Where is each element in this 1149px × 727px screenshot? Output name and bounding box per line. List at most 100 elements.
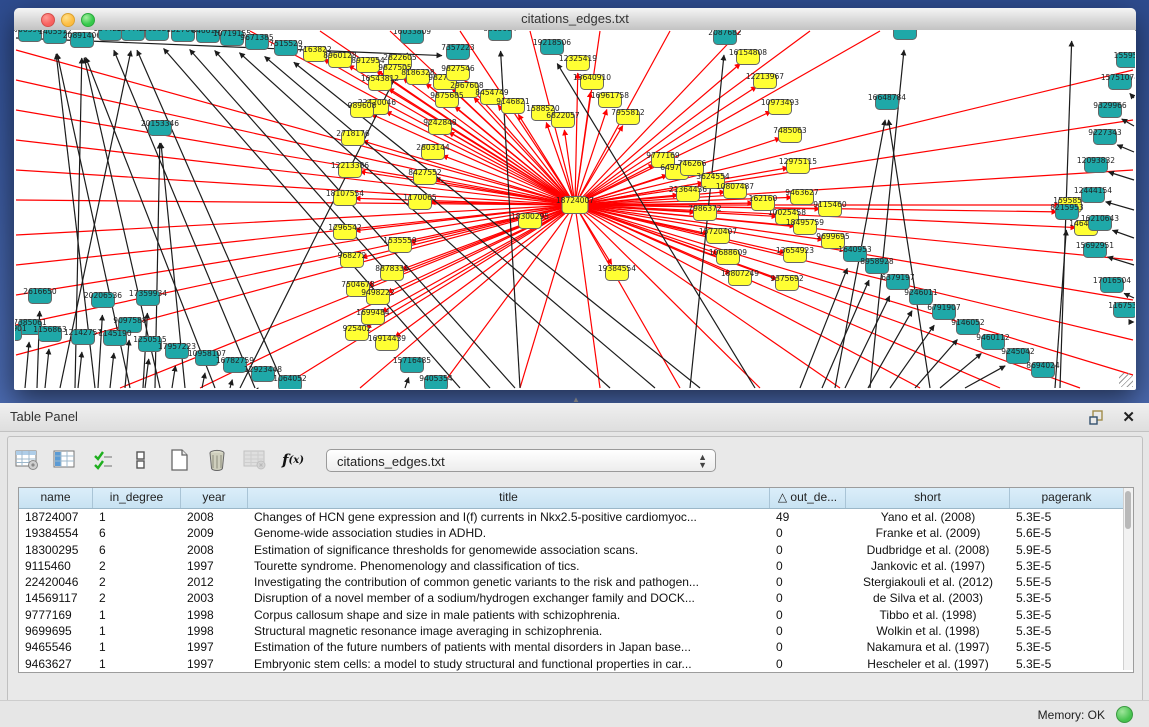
table-row[interactable]: 1938455462009Genome-wide association stu… bbox=[19, 525, 1124, 541]
svg-text:9245042: 9245042 bbox=[1001, 347, 1035, 356]
svg-text:1699484: 1699484 bbox=[356, 308, 390, 317]
table-row[interactable]: 969969511998Structural magnetic resonanc… bbox=[19, 623, 1124, 639]
cell-pagerank: 5.3E-5 bbox=[1010, 509, 1124, 525]
table-chooser-dropdown[interactable]: citations_edges.txt ▲▼ bbox=[326, 449, 716, 472]
column-header-pagerank[interactable]: pagerank bbox=[1010, 488, 1124, 508]
cell-name: 22420046 bbox=[19, 574, 93, 590]
svg-text:16033809: 16033809 bbox=[393, 30, 431, 36]
svg-text:9827546: 9827546 bbox=[441, 64, 475, 73]
window-resize-grip[interactable] bbox=[1119, 373, 1133, 387]
svg-text:2087682: 2087682 bbox=[708, 30, 742, 37]
select-all-icon[interactable] bbox=[90, 447, 116, 473]
table-row[interactable]: 1456911722003Disruption of a novel membe… bbox=[19, 590, 1124, 606]
table-row[interactable]: 1830029562008Estimation of significance … bbox=[19, 542, 1124, 558]
cell-in_degree: 1 bbox=[93, 509, 181, 525]
svg-text:12444154: 12444154 bbox=[1074, 186, 1112, 195]
svg-text:19218506: 19218506 bbox=[533, 38, 571, 47]
svg-text:9097588: 9097588 bbox=[113, 316, 147, 325]
table-panel-title: Table Panel bbox=[10, 409, 78, 424]
new-column-icon[interactable] bbox=[166, 447, 192, 473]
svg-text:7986372: 7986372 bbox=[688, 204, 722, 213]
cell-name: 9463627 bbox=[19, 656, 93, 672]
column-header-name[interactable]: name bbox=[19, 488, 93, 508]
svg-text:2822605: 2822605 bbox=[383, 53, 417, 62]
table-row[interactable]: 977716911998Corpus callosum shape and si… bbox=[19, 607, 1124, 623]
svg-text:13654923: 13654923 bbox=[776, 246, 814, 255]
node-table: namein_degreeyeartitle△ out_de...shortpa… bbox=[18, 487, 1134, 673]
svg-text:8958928: 8958928 bbox=[860, 257, 894, 266]
cell-name: 18724007 bbox=[19, 509, 93, 525]
svg-text:9375692: 9375692 bbox=[770, 274, 804, 283]
column-header-out_de[interactable]: △ out_de... bbox=[770, 488, 846, 508]
table-toolbar: f(x) citations_edges.txt ▲▼ bbox=[14, 445, 716, 475]
table-chooser-value: citations_edges.txt bbox=[337, 454, 445, 469]
cell-short: Wolkin et al. (1998) bbox=[846, 623, 1010, 639]
svg-text:12213967: 12213967 bbox=[746, 72, 784, 81]
column-header-title[interactable]: title bbox=[248, 488, 770, 508]
cell-short: de Silva et al. (2003) bbox=[846, 590, 1010, 606]
column-header-year[interactable]: year bbox=[181, 488, 248, 508]
table-panel: Table Panel ✕ bbox=[0, 403, 1149, 727]
delete-column-icon[interactable] bbox=[204, 447, 230, 473]
cell-pagerank: 5.3E-5 bbox=[1010, 656, 1124, 672]
float-panel-icon[interactable] bbox=[1089, 409, 1105, 425]
svg-text:2616650: 2616650 bbox=[23, 287, 57, 296]
show-column-icon[interactable] bbox=[52, 447, 78, 473]
svg-text:1145190: 1145190 bbox=[98, 329, 132, 338]
table-row[interactable]: 911546021997Tourette syndrome. Phenomeno… bbox=[19, 558, 1124, 574]
cell-year: 2012 bbox=[181, 574, 248, 590]
svg-text:9875685: 9875685 bbox=[430, 91, 464, 100]
svg-text:12142757: 12142757 bbox=[64, 328, 102, 337]
network-window-titlebar[interactable]: citations_edges.txt bbox=[14, 8, 1136, 31]
cell-short: Jankovic et al. (1997) bbox=[846, 558, 1010, 574]
network-window: citations_edges.txt 18300295193845549777… bbox=[14, 8, 1136, 390]
table-row[interactable]: 946554611997Estimation of the future num… bbox=[19, 639, 1124, 655]
cell-name: 19384554 bbox=[19, 525, 93, 541]
table-mode-icon[interactable] bbox=[14, 447, 40, 473]
table-body: 1872400712008Changes of HCN gene express… bbox=[19, 509, 1124, 672]
cell-name: 18300295 bbox=[19, 542, 93, 558]
cell-in_degree: 1 bbox=[93, 607, 181, 623]
svg-text:7515529: 7515529 bbox=[269, 39, 303, 48]
cell-out_de: 0 bbox=[770, 558, 846, 574]
svg-text:1535559: 1535559 bbox=[383, 236, 417, 245]
cell-short: Nakamura et al. (1997) bbox=[846, 639, 1010, 655]
delete-table-icon[interactable] bbox=[242, 447, 268, 473]
svg-text:1296542: 1296542 bbox=[328, 223, 362, 232]
cell-title: Genome-wide association studies in ADHD. bbox=[248, 525, 770, 541]
function-builder-icon[interactable]: f(x) bbox=[280, 447, 306, 473]
window-title: citations_edges.txt bbox=[14, 11, 1136, 26]
cell-in_degree: 1 bbox=[93, 639, 181, 655]
svg-text:2803144: 2803144 bbox=[416, 143, 450, 152]
svg-text:1170065: 1170065 bbox=[403, 193, 437, 202]
cell-in_degree: 2 bbox=[93, 558, 181, 574]
cell-short: Tibbo et al. (1998) bbox=[846, 607, 1010, 623]
svg-text:10973493: 10973493 bbox=[761, 98, 799, 107]
svg-text:9460112: 9460112 bbox=[976, 333, 1010, 342]
svg-text:7955812: 7955812 bbox=[611, 108, 645, 117]
table-row[interactable]: 2242004622012Investigating the contribut… bbox=[19, 574, 1124, 590]
svg-text:8514407: 8514407 bbox=[888, 30, 922, 32]
close-panel-icon[interactable]: ✕ bbox=[1122, 408, 1135, 426]
network-graph[interactable]: 1830029519384554977716964975687462663624… bbox=[15, 30, 1135, 389]
memory-status-indicator[interactable] bbox=[1116, 706, 1133, 723]
cell-title: Estimation of significance thresholds fo… bbox=[248, 542, 770, 558]
svg-text:19384554: 19384554 bbox=[598, 264, 636, 273]
cell-title: Embryonic stem cells: a model to study s… bbox=[248, 656, 770, 672]
svg-text:8454749: 8454749 bbox=[475, 88, 509, 97]
svg-text:12325419: 12325419 bbox=[559, 54, 597, 63]
column-header-in_degree[interactable]: in_degree bbox=[93, 488, 181, 508]
table-scrollbar[interactable] bbox=[1123, 488, 1133, 670]
scrollbar-thumb[interactable] bbox=[1125, 491, 1131, 529]
svg-text:1156863: 1156863 bbox=[33, 325, 67, 334]
svg-text:8878334: 8878334 bbox=[375, 264, 409, 273]
cell-year: 2008 bbox=[181, 542, 248, 558]
table-row[interactable]: 1872400712008Changes of HCN gene express… bbox=[19, 509, 1124, 525]
cell-title: Tourette syndrome. Phenomenology and cla… bbox=[248, 558, 770, 574]
table-row[interactable]: 946362711997Embryonic stem cells: a mode… bbox=[19, 656, 1124, 672]
network-canvas[interactable]: 1830029519384554977716964975687462663624… bbox=[15, 30, 1135, 389]
svg-text:9405354: 9405354 bbox=[419, 374, 453, 383]
svg-text:10688609: 10688609 bbox=[709, 248, 747, 257]
column-header-short[interactable]: short bbox=[846, 488, 1010, 508]
clear-selection-icon[interactable] bbox=[128, 447, 154, 473]
